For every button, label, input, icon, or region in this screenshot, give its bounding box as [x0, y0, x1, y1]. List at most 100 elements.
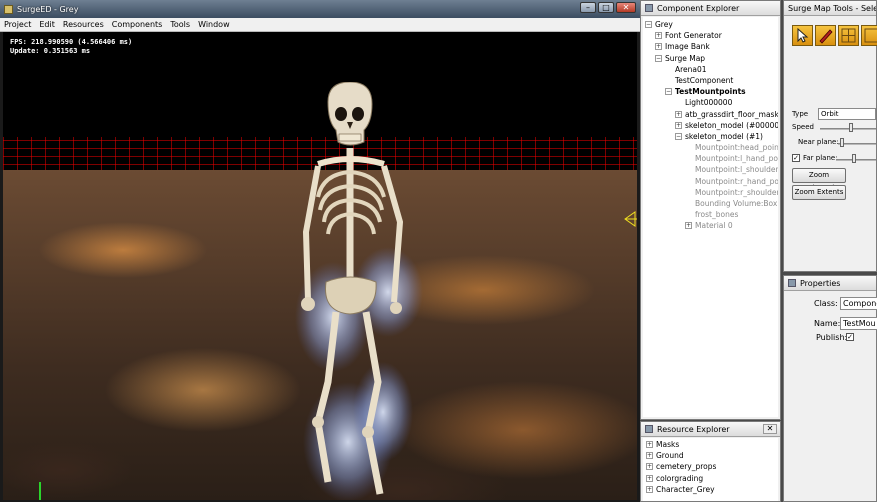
stats-overlay: FPS: 218.990590 (4.566406 ms) Update: 0.… [10, 38, 132, 56]
tree-node[interactable]: − TestMountpoints [643, 86, 778, 97]
tree-node[interactable]: Mountpoint:r_hand_point [643, 176, 778, 187]
tree-node[interactable]: − Surge Map [643, 53, 778, 64]
properties-title[interactable]: Properties [784, 276, 876, 291]
camera-type-select[interactable]: Orbit [818, 108, 876, 120]
title-bar[interactable]: SurgeED - Grey – □ ✕ [0, 0, 640, 18]
tree-node[interactable]: Mountpoint:l_shoulder [643, 164, 778, 175]
tree-node[interactable]: + Image Bank [643, 41, 778, 52]
grid-tool-button[interactable] [838, 25, 859, 46]
tree-node[interactable]: Mountpoint:r_shoulder [643, 187, 778, 198]
publish-label: Publish: [816, 333, 848, 342]
terrain-tool-button[interactable] [861, 25, 877, 46]
tree-node[interactable]: − skeleton_model (#1) [643, 131, 778, 142]
brush-icon [819, 29, 833, 44]
menu-components[interactable]: Components [108, 18, 167, 32]
minimize-button[interactable]: – [580, 2, 596, 13]
resource-tree[interactable]: + Masks + Ground + cemetery_props + colorgradin… [643, 438, 778, 501]
paint-tool-button[interactable] [815, 25, 836, 46]
resource-item[interactable]: + Character_Grey [643, 484, 778, 495]
name-label: Name: [814, 319, 841, 328]
expand-icon[interactable]: + [655, 43, 662, 51]
tree-node-label: TestMountpoints [675, 87, 746, 97]
resource-item-label: cemetery_props [656, 462, 717, 472]
tree-node[interactable]: + Font Generator [643, 30, 778, 41]
far-plane-label: Far plane: [803, 154, 838, 162]
menu-project[interactable]: Project [0, 18, 35, 32]
panel-icon [645, 4, 653, 12]
tree-node[interactable]: +atb_grassdirt_floor_mask_fbx [643, 109, 778, 120]
near-plane-slider-thumb[interactable] [839, 138, 844, 147]
menu-window[interactable]: Window [194, 18, 234, 32]
fps-readout: FPS: 218.990590 (4.566406 ms) [10, 38, 133, 46]
far-plane-checkbox[interactable]: ✓ [792, 154, 800, 162]
resource-item[interactable]: + cemetery_props [643, 461, 778, 472]
publish-checkbox[interactable]: ✓ [846, 333, 854, 341]
tree-node-label: Grey [655, 20, 673, 29]
close-button[interactable]: ✕ [616, 2, 636, 13]
tree-node-label: Mountpoint:l_hand_point [695, 154, 778, 164]
tree-node[interactable]: TestComponent [643, 75, 778, 86]
class-field[interactable]: Compone [840, 297, 877, 310]
menu-tools[interactable]: Tools [166, 18, 194, 32]
properties-label: Properties [800, 278, 841, 288]
resource-item[interactable]: + colorgrading [643, 473, 778, 484]
maximize-button[interactable]: □ [598, 2, 614, 13]
expand-icon[interactable]: + [646, 441, 653, 449]
menu-edit[interactable]: Edit [35, 18, 59, 32]
select-tool-button[interactable] [792, 25, 813, 46]
tree-node[interactable]: Bounding Volume:Box [643, 198, 778, 209]
name-field[interactable]: TestMou [840, 317, 877, 330]
cursor-icon [797, 27, 809, 43]
component-explorer-panel: Component Explorer − Grey + Font Generator +… [640, 0, 781, 420]
skeleton-model[interactable] [288, 82, 438, 500]
expand-icon[interactable]: + [646, 463, 653, 471]
transform-gizmo-icon[interactable] [623, 210, 637, 228]
tree-node-label: Mountpoint:l_shoulder [695, 165, 778, 175]
tree-node-label: Surge Map [665, 53, 706, 63]
tree-node[interactable]: + skeleton_model (#000001) [643, 120, 778, 131]
app-icon [4, 4, 13, 14]
resource-item[interactable]: + Ground [643, 450, 778, 461]
component-tree[interactable]: − Grey + Font Generator + Image Bank − Surge Ma… [643, 17, 778, 417]
zoom-selected-button[interactable]: Zoom Selected [792, 168, 846, 192]
collapse-icon[interactable]: − [675, 132, 682, 140]
expand-icon[interactable]: + [675, 110, 682, 118]
expand-icon[interactable]: + [685, 222, 692, 230]
3d-viewport[interactable]: FPS: 218.990590 (4.566406 ms) Update: 0.… [3, 32, 637, 500]
expand-icon[interactable]: + [655, 32, 662, 40]
menu-resources[interactable]: Resources [59, 18, 108, 32]
surge-map-tools-title[interactable]: Surge Map Tools - Select C [784, 1, 876, 16]
speed-label: Speed [792, 123, 814, 131]
expand-icon[interactable]: + [646, 452, 653, 460]
tree-node[interactable]: + Material 0 [643, 220, 778, 231]
collapse-icon[interactable]: − [665, 88, 672, 96]
resource-explorer-title[interactable]: Resource Explorer [641, 422, 780, 437]
tree-node[interactable]: Mountpoint:l_hand_point [643, 153, 778, 164]
expand-icon[interactable]: + [646, 485, 653, 493]
tree-node-label: Image Bank [665, 42, 710, 52]
main-window: SurgeED - Grey – □ ✕ Project Edit Resour… [0, 0, 640, 502]
tree-node-label: Material 0 [695, 221, 733, 231]
window-title: SurgeED - Grey [17, 4, 79, 14]
tree-node-label: atb_grassdirt_floor_mask_fbx [685, 109, 778, 119]
speed-slider-thumb[interactable] [848, 123, 853, 132]
type-label: Type [792, 110, 809, 118]
expand-icon[interactable]: + [646, 474, 653, 482]
far-plane-slider-thumb[interactable] [852, 154, 857, 163]
tree-node[interactable]: Mountpoint:head_point [643, 142, 778, 153]
resource-explorer-close-button[interactable]: ✕ [763, 424, 777, 434]
menu-bar: Project Edit Resources Components Tools … [0, 18, 640, 32]
tree-node[interactable]: frost_bones [643, 209, 778, 220]
tree-node[interactable]: − Grey [643, 19, 778, 30]
near-plane-slider-track[interactable] [838, 143, 876, 145]
zoom-extents-button[interactable]: Zoom Extents [792, 185, 846, 200]
tree-node[interactable]: Light000000 [643, 97, 778, 108]
resource-item[interactable]: + Masks [643, 439, 778, 450]
collapse-icon[interactable]: − [655, 54, 662, 62]
collapse-icon[interactable]: − [645, 21, 652, 29]
component-explorer-title[interactable]: Component Explorer [641, 1, 780, 16]
tree-node[interactable]: Arena01 [643, 64, 778, 75]
expand-icon[interactable]: + [675, 121, 682, 129]
tree-node-label: frost_bones [695, 210, 739, 220]
near-plane-label: Near plane: [798, 138, 839, 146]
